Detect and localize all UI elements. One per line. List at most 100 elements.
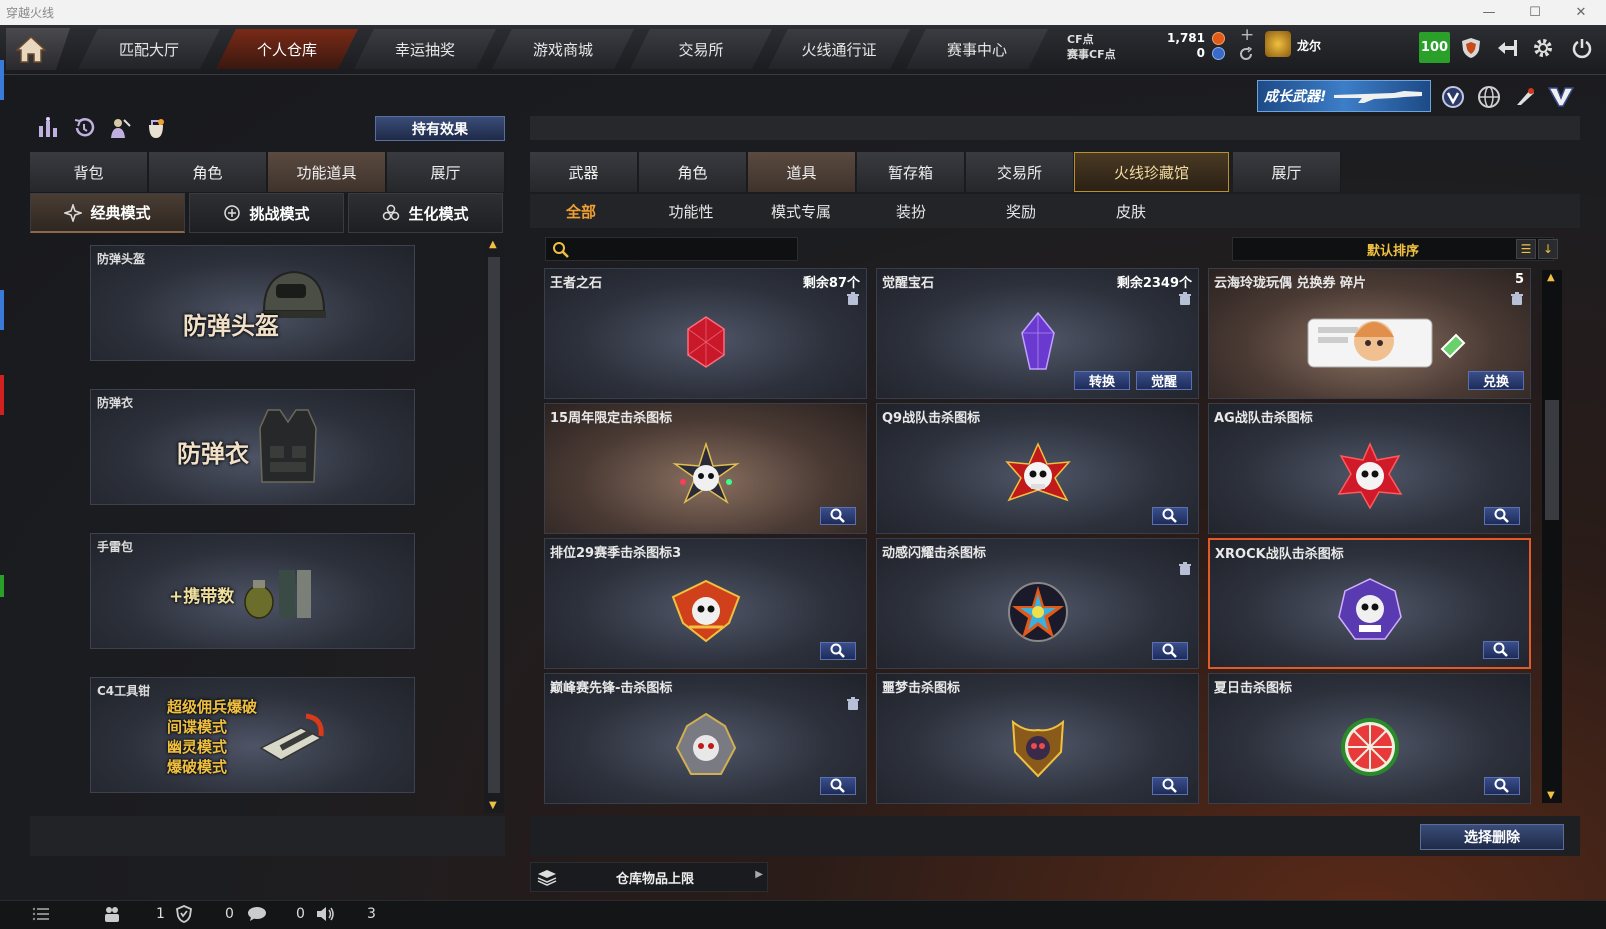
v-badge-icon[interactable] (1546, 82, 1576, 112)
right-tab[interactable]: 火线珍藏馆 (1074, 152, 1229, 192)
nav-tab[interactable]: 幸运抽奖 (354, 29, 496, 69)
left-tab[interactable]: 功能道具 (268, 152, 386, 192)
volume-icon[interactable] (316, 906, 336, 922)
preview-button[interactable] (820, 507, 856, 525)
stats-icon[interactable] (36, 116, 60, 140)
mode-tab[interactable]: 生化模式 (348, 193, 503, 233)
expand-arrow-icon[interactable]: ▶ (755, 869, 763, 880)
item-card[interactable]: 排位29赛季击杀图标3 (544, 538, 867, 669)
preview-button[interactable] (1483, 641, 1519, 659)
gear-icon[interactable] (1527, 32, 1559, 64)
chat-icon[interactable] (247, 906, 267, 922)
rank-emblem-icon[interactable] (1265, 31, 1291, 57)
right-scrollbar[interactable]: ▲ ▼ (1542, 270, 1562, 803)
subtab[interactable]: 模式专属 (746, 201, 856, 222)
recharge-plus-icon[interactable]: + (1240, 25, 1254, 45)
trash-icon[interactable] (1178, 561, 1192, 575)
preview-button[interactable] (1152, 507, 1188, 525)
sort-order-icon[interactable]: ↓ (1538, 239, 1558, 259)
friends-icon[interactable] (104, 905, 120, 923)
sort-dropdown[interactable]: 默认排序 (1232, 237, 1554, 261)
functional-item-card[interactable]: 手雷包 +携带数 (90, 533, 415, 649)
scroll-up-icon[interactable]: ▲ (1547, 272, 1555, 283)
right-tab[interactable]: 交易所 (966, 152, 1074, 192)
feather-icon[interactable] (1510, 82, 1540, 112)
clan-shield-icon[interactable] (176, 905, 192, 923)
item-card[interactable]: 15周年限定击杀图标 (544, 403, 867, 534)
left-tab[interactable]: 背包 (30, 152, 148, 192)
nav-tab[interactable]: 交易所 (630, 29, 772, 69)
select-delete-button[interactable]: 选择删除 (1420, 824, 1564, 850)
globe-icon[interactable] (1474, 82, 1504, 112)
refresh-icon[interactable] (1239, 47, 1254, 61)
preview-button[interactable] (1484, 507, 1520, 525)
mode-tab[interactable]: 经典模式 (30, 193, 185, 233)
item-card[interactable]: 夏日击杀图标 (1208, 673, 1531, 804)
preview-button[interactable] (820, 777, 856, 795)
subtab[interactable]: 装扮 (856, 201, 966, 222)
shield-icon[interactable] (1455, 32, 1487, 64)
right-scroll-thumb[interactable] (1545, 400, 1559, 520)
subtab[interactable]: 功能性 (636, 201, 746, 222)
power-icon[interactable] (1566, 32, 1598, 64)
item-action-button[interactable]: 觉醒 (1136, 371, 1192, 390)
bag-icon[interactable] (144, 116, 168, 140)
functional-item-card[interactable]: C4工具钳 超级佣兵爆破 间谍模式 幽灵模式 爆破模式 (90, 677, 415, 793)
scroll-up-icon[interactable]: ▲ (489, 239, 497, 250)
left-tab[interactable]: 展厅 (387, 152, 505, 192)
vip-badge-icon[interactable] (1438, 82, 1468, 112)
nav-tab[interactable]: 赛事中心 (906, 29, 1048, 69)
list-view-icon[interactable]: ☰ (1516, 239, 1536, 259)
subtab[interactable]: 全部 (526, 201, 636, 222)
history-icon[interactable] (72, 116, 96, 140)
functional-item-card[interactable]: 防弹头盔 防弹头盔 (90, 245, 415, 361)
preview-button[interactable] (1484, 777, 1520, 795)
item-card[interactable]: 王者之石 剩余87个 (544, 268, 867, 399)
capacity-bar[interactable]: 仓库物品上限 ▶ (530, 862, 768, 892)
search-input[interactable] (574, 240, 794, 258)
functional-item-card[interactable]: 防弹衣 防弹衣 (90, 389, 415, 505)
item-action-button[interactable]: 转换 (1074, 371, 1130, 390)
mode-tab[interactable]: 挑战模式 (189, 193, 344, 233)
scroll-down-icon[interactable]: ▼ (489, 800, 497, 811)
search-box[interactable] (545, 237, 798, 261)
item-action-button[interactable]: 兑换 (1468, 371, 1524, 390)
character-icon[interactable] (108, 116, 132, 140)
left-scroll-thumb[interactable] (488, 257, 500, 793)
preview-button[interactable] (1152, 642, 1188, 660)
subtab[interactable]: 皮肤 (1076, 201, 1186, 222)
level-badge[interactable]: 100 (1419, 32, 1450, 63)
item-card[interactable]: 觉醒宝石 剩余2349个 转换 觉醒 (876, 268, 1199, 399)
exit-room-icon[interactable] (1491, 32, 1523, 64)
preview-button[interactable] (1152, 777, 1188, 795)
right-tab[interactable]: 角色 (639, 152, 747, 192)
maximize-button[interactable]: ☐ (1512, 0, 1558, 25)
item-card[interactable]: 噩梦击杀图标 (876, 673, 1199, 804)
nav-tab[interactable]: 游戏商城 (492, 29, 634, 69)
left-tab[interactable]: 角色 (149, 152, 267, 192)
nav-tab[interactable]: 火线通行证 (768, 29, 910, 69)
nav-tab[interactable]: 匹配大厅 (78, 29, 220, 69)
subtab[interactable]: 奖励 (966, 201, 1076, 222)
item-card[interactable]: XROCK战队击杀图标 (1208, 538, 1531, 669)
item-card[interactable]: 动感闪耀击杀图标 (876, 538, 1199, 669)
right-tab[interactable]: 暂存箱 (857, 152, 965, 192)
trash-icon[interactable] (846, 696, 860, 710)
item-card[interactable]: AG战队击杀图标 (1208, 403, 1531, 534)
minimize-button[interactable]: — (1466, 0, 1512, 25)
item-card[interactable]: 巅峰赛先锋-击杀图标 (544, 673, 867, 804)
username[interactable]: 龙尔 (1297, 37, 1321, 54)
trash-icon[interactable] (1510, 291, 1524, 305)
nav-tab[interactable]: 个人仓库 (216, 29, 358, 69)
growth-weapon-banner[interactable]: 成长武器! (1257, 80, 1431, 112)
right-tab[interactable]: 道具 (748, 152, 856, 192)
left-scrollbar[interactable]: ▲ ▼ (484, 237, 504, 813)
item-card[interactable]: Q9战队击杀图标 (876, 403, 1199, 534)
item-card[interactable]: 云海玲珑玩偶 兑换券 碎片 5 兑换 (1208, 268, 1531, 399)
right-tab[interactable]: 武器 (530, 152, 638, 192)
scroll-down-icon[interactable]: ▼ (1547, 790, 1555, 801)
menu-list-icon[interactable] (32, 906, 50, 922)
close-button[interactable]: ✕ (1558, 0, 1604, 25)
hold-effect-button[interactable]: 持有效果 (375, 116, 505, 141)
preview-button[interactable] (820, 642, 856, 660)
